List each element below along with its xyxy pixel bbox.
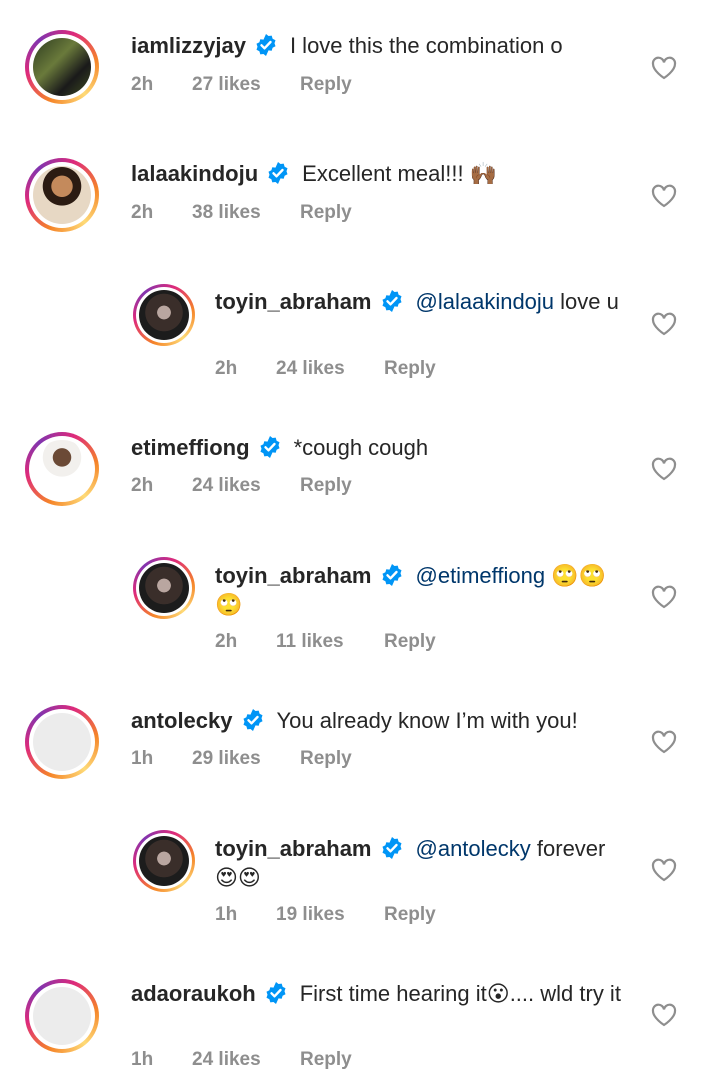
avatar[interactable] xyxy=(25,158,99,232)
comment-text: Excellent meal!!! 🙌🏾 xyxy=(302,161,498,186)
avatar[interactable] xyxy=(25,979,99,1053)
verified-badge-icon xyxy=(382,290,401,312)
verified-badge-icon xyxy=(382,837,401,859)
username[interactable]: lalaakindoju xyxy=(131,161,258,186)
likes-count[interactable]: 19 likes xyxy=(276,904,345,926)
username[interactable]: adaoraukoh xyxy=(131,981,256,1006)
username[interactable]: toyin_abraham xyxy=(215,289,372,314)
heart-outline-icon[interactable] xyxy=(651,858,677,882)
comment-time: 2h xyxy=(215,631,238,652)
heart-outline-icon[interactable] xyxy=(651,585,677,609)
mention-link[interactable]: @etimeffiong xyxy=(416,563,546,588)
reply-button[interactable]: Reply xyxy=(300,74,352,96)
mention-link[interactable]: @antolecky xyxy=(416,836,531,861)
likes-count[interactable]: 29 likes xyxy=(192,748,261,770)
avatar[interactable] xyxy=(25,432,99,506)
verified-badge-icon xyxy=(382,564,401,586)
comment-time: 2h xyxy=(131,202,154,223)
likes-count[interactable]: 24 likes xyxy=(192,475,261,497)
mention-link[interactable]: @lalaakindoju xyxy=(416,289,555,314)
username[interactable]: antolecky xyxy=(131,708,233,733)
heart-outline-icon[interactable] xyxy=(651,312,677,336)
reply-button[interactable]: Reply xyxy=(300,1049,352,1071)
likes-count[interactable]: 24 likes xyxy=(192,1049,261,1071)
reply-button[interactable]: Reply xyxy=(300,475,352,497)
heart-outline-icon[interactable] xyxy=(651,184,677,208)
reply-button[interactable]: Reply xyxy=(384,358,436,380)
comment-text: love u xyxy=(554,289,619,314)
verified-badge-icon xyxy=(268,162,288,184)
verified-badge-icon xyxy=(243,709,262,731)
comment-time: 2h xyxy=(131,74,154,95)
reply-button[interactable]: Reply xyxy=(384,631,436,653)
likes-count[interactable]: 27 likes xyxy=(192,74,261,96)
likes-count[interactable]: 38 likes xyxy=(192,202,261,224)
heart-outline-icon[interactable] xyxy=(651,56,677,80)
username[interactable]: etimeffiong xyxy=(131,435,250,460)
username[interactable]: iamlizzyjay xyxy=(131,33,246,58)
comment-time: 1h xyxy=(131,1049,154,1070)
username[interactable]: toyin_abraham xyxy=(215,836,372,861)
comment-time: 1h xyxy=(215,904,238,925)
comment-time: 2h xyxy=(215,358,238,379)
reply-button[interactable]: Reply xyxy=(300,748,352,770)
verified-badge-icon xyxy=(260,436,280,458)
likes-count[interactable]: 11 likes xyxy=(276,631,344,653)
verified-badge-icon xyxy=(256,34,276,56)
comment-time: 2h xyxy=(131,475,154,496)
heart-outline-icon[interactable] xyxy=(651,1003,677,1027)
comment-text: I love this the combination o xyxy=(289,33,563,58)
verified-badge-icon xyxy=(266,982,286,1004)
comment-time: 1h xyxy=(131,748,154,769)
avatar[interactable] xyxy=(133,557,195,619)
reply-button[interactable]: Reply xyxy=(300,202,352,224)
likes-count[interactable]: 24 likes xyxy=(276,358,345,380)
reply-button[interactable]: Reply xyxy=(384,904,436,926)
avatar[interactable] xyxy=(133,830,195,892)
heart-outline-icon[interactable] xyxy=(651,730,677,754)
heart-outline-icon[interactable] xyxy=(651,457,677,481)
comment-text: You already know I’m with you! xyxy=(276,708,578,733)
avatar[interactable] xyxy=(25,705,99,779)
username[interactable]: toyin_abraham xyxy=(215,563,372,588)
avatar[interactable] xyxy=(25,30,99,104)
comment-text: *cough cough xyxy=(293,435,429,460)
avatar[interactable] xyxy=(133,284,195,346)
comment-text: First time hearing it😮.... wld try it xyxy=(299,981,621,1006)
